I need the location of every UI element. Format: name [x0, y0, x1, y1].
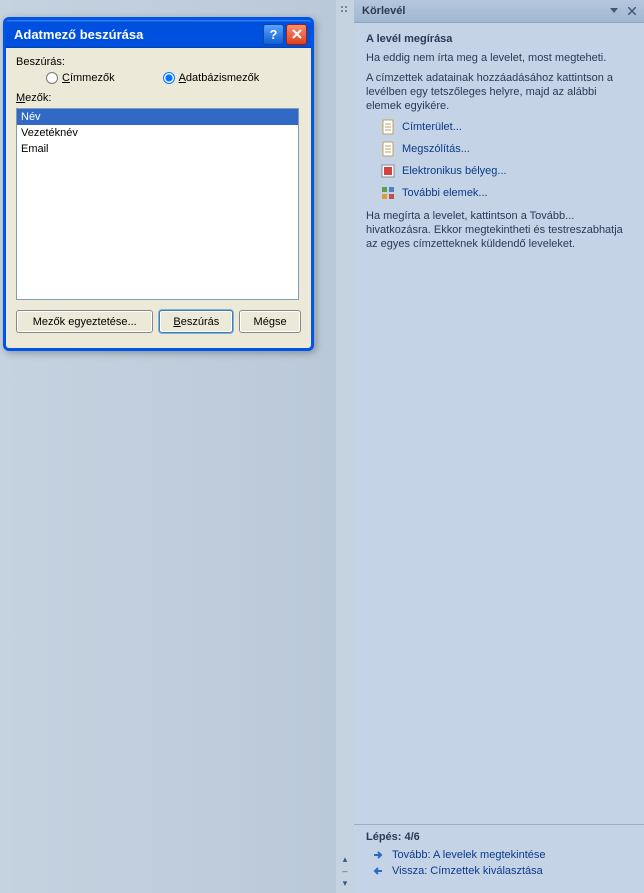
- pane-title: Körlevél: [362, 5, 604, 17]
- next-step-link[interactable]: Tovább: A levelek megtekintése: [372, 849, 634, 861]
- link-label: Elektronikus bélyeg...: [402, 165, 507, 177]
- chevron-down-icon: [610, 8, 618, 14]
- pane-gutter: ▴ ‒ ▾: [336, 0, 354, 893]
- grid-icon: [380, 185, 396, 201]
- step-label: Lépés: 4/6: [366, 831, 634, 843]
- list-item[interactable]: Név: [17, 109, 298, 125]
- pane-close-button[interactable]: [624, 3, 640, 19]
- close-button[interactable]: [286, 24, 307, 45]
- gutter-prev-icon[interactable]: ▴: [336, 853, 354, 865]
- cancel-button[interactable]: Mégse: [239, 310, 301, 333]
- mail-merge-pane: Körlevél A levél megírása Ha eddig nem í…: [354, 0, 644, 893]
- radio-address-fields[interactable]: Címmezők: [46, 72, 115, 84]
- list-item[interactable]: Email: [17, 141, 298, 157]
- dialog-body: Beszúrás: Címmezők Adatbázismezők Mezők:…: [6, 48, 311, 343]
- radio-address-input[interactable]: [46, 72, 58, 84]
- outro-text: Ha megírta a levelet, kattintson a Továb…: [366, 209, 634, 251]
- dialog-title: Adatmező beszúrása: [14, 27, 261, 42]
- document-icon: [380, 119, 396, 135]
- more-items-link[interactable]: További elemek...: [380, 185, 634, 201]
- arrow-left-icon: [372, 865, 384, 877]
- match-fields-button[interactable]: Mezők egyeztetése...: [16, 310, 153, 333]
- nav-label: Tovább: A levelek megtekintése: [392, 849, 545, 861]
- nav-label: Vissza: Címzettek kiválasztása: [392, 865, 543, 877]
- left-background: Adatmező beszúrása ? Beszúrás: Címmezők …: [0, 0, 336, 893]
- fields-listbox[interactable]: Név Vezetéknév Email: [16, 108, 299, 300]
- electronic-postage-link[interactable]: Elektronikus bélyeg...: [380, 163, 634, 179]
- pane-header: Körlevél: [354, 0, 644, 23]
- radio-db-label: Adatbázismezők: [179, 72, 260, 84]
- insert-field-dialog: Adatmező beszúrása ? Beszúrás: Címmezők …: [3, 17, 314, 351]
- grip-icon: [339, 4, 351, 16]
- link-label: További elemek...: [402, 187, 488, 199]
- pane-footer: Lépés: 4/6 Tovább: A levelek megtekintés…: [354, 824, 644, 893]
- document-icon: [380, 141, 396, 157]
- radio-database-fields[interactable]: Adatbázismezők: [163, 72, 260, 84]
- link-label: Címterület...: [402, 121, 462, 133]
- greeting-line-link[interactable]: Megszólítás...: [380, 141, 634, 157]
- radio-address-label: Címmezők: [62, 72, 115, 84]
- section-title: A levél megírása: [366, 33, 634, 45]
- gutter-next-icon[interactable]: ▾: [336, 877, 354, 889]
- radio-db-input[interactable]: [163, 72, 175, 84]
- insert-button[interactable]: Beszúrás: [159, 310, 233, 333]
- stamp-icon: [380, 163, 396, 179]
- close-icon: [628, 7, 636, 15]
- fields-label: Mezők:: [16, 92, 301, 104]
- insert-label: Beszúrás:: [16, 56, 301, 68]
- gutter-sep-icon: ‒: [336, 865, 354, 877]
- gutter-nav: ▴ ‒ ▾: [336, 853, 354, 889]
- address-block-link[interactable]: Címterület...: [380, 119, 634, 135]
- back-step-link[interactable]: Vissza: Címzettek kiválasztása: [372, 865, 634, 877]
- app-root: Adatmező beszúrása ? Beszúrás: Címmezők …: [0, 0, 644, 893]
- link-label: Megszólítás...: [402, 143, 470, 155]
- pane-content: A levél megírása Ha eddig nem írta meg a…: [354, 23, 644, 824]
- dialog-titlebar[interactable]: Adatmező beszúrása ?: [6, 20, 311, 48]
- arrow-right-icon: [372, 849, 384, 861]
- task-pane-area: ▴ ‒ ▾ Körlevél A levél megírása Ha eddig…: [336, 0, 644, 893]
- radio-group: Címmezők Adatbázismezők: [16, 72, 301, 84]
- intro-text-1: Ha eddig nem írta meg a levelet, most me…: [366, 51, 634, 65]
- close-icon: [292, 29, 302, 39]
- list-item[interactable]: Vezetéknév: [17, 125, 298, 141]
- dialog-button-row: Mezők egyeztetése... Beszúrás Mégse: [16, 310, 301, 333]
- intro-text-2: A címzettek adatainak hozzáadásához katt…: [366, 71, 634, 113]
- pane-dropdown-button[interactable]: [606, 3, 622, 19]
- help-button[interactable]: ?: [263, 24, 284, 45]
